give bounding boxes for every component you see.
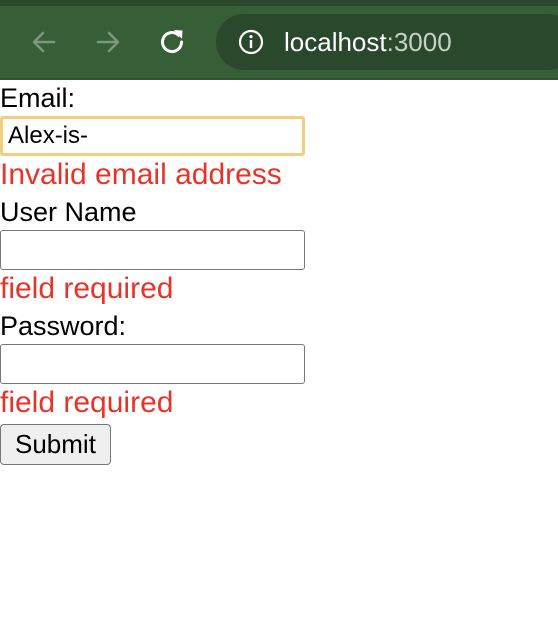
forward-button[interactable] xyxy=(93,27,123,57)
reload-icon xyxy=(161,30,184,54)
username-error: field required xyxy=(0,272,174,305)
password-label: Password: xyxy=(0,311,127,341)
password-field[interactable] xyxy=(0,344,305,384)
arrow-right-icon xyxy=(96,31,120,53)
info-icon[interactable] xyxy=(238,29,264,55)
url-text[interactable]: localhost:3000 xyxy=(284,28,452,56)
browser-toolbar: localhost:3000 xyxy=(0,6,558,80)
username-field[interactable] xyxy=(0,230,305,270)
url-host: localhost xyxy=(284,27,387,57)
url-port: :3000 xyxy=(386,27,452,57)
email-error: Invalid email address xyxy=(0,158,282,191)
submit-button[interactable]: Submit xyxy=(0,424,111,465)
reload-button[interactable] xyxy=(157,27,187,57)
email-field[interactable] xyxy=(0,116,305,156)
arrow-left-icon xyxy=(32,31,56,53)
address-bar[interactable]: localhost:3000 xyxy=(216,14,558,70)
signup-form: Email: Invalid email address User Name f… xyxy=(0,80,558,465)
password-error: field required xyxy=(0,386,174,419)
username-label: User Name xyxy=(0,197,137,227)
back-button[interactable] xyxy=(29,27,59,57)
email-label: Email: xyxy=(0,83,76,113)
